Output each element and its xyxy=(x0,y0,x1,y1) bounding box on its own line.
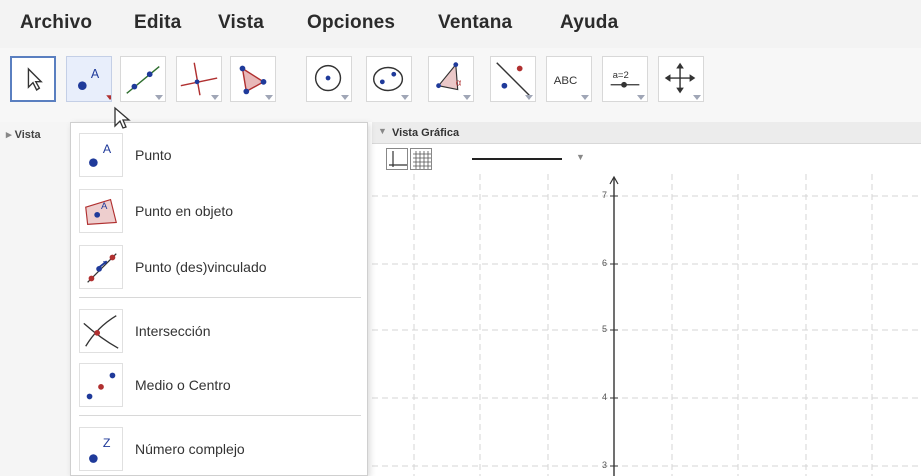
conic-tool-button[interactable] xyxy=(366,56,412,102)
menu-edita[interactable]: Edita xyxy=(134,12,181,34)
move-tool-button[interactable] xyxy=(10,56,56,102)
dropdown-item-label: Punto en objeto xyxy=(135,203,234,219)
algebra-view-title: Vista xyxy=(14,129,41,141)
y-tick-label-5: 5 xyxy=(602,324,608,334)
dropdown-item-punto-en-objeto[interactable]: A Punto en objeto xyxy=(71,185,367,237)
point-tool-label: A xyxy=(91,67,100,81)
grid-lines xyxy=(372,174,921,476)
menu-archivo[interactable]: Archivo xyxy=(20,12,92,34)
menu-bar: Archivo Edita Vista Opciones Ventana Ayu… xyxy=(0,0,921,48)
algebra-view-header[interactable]: ▸ Vista xyxy=(6,128,41,141)
angle-tool-label: α xyxy=(456,78,462,89)
graphics-view-title: Vista Gráfica xyxy=(392,127,460,139)
dropdown-item-numero-complejo[interactable]: Z Número complejo xyxy=(71,423,367,475)
menu-ventana[interactable]: Ventana xyxy=(438,12,512,34)
complex-number-icon: Z xyxy=(79,427,123,471)
slider-tool-corner-icon xyxy=(637,95,645,100)
circle-tool-corner-icon xyxy=(341,95,349,100)
toolbar: A α ABC a=2 xyxy=(0,48,921,122)
y-tick-label-6: 6 xyxy=(602,258,608,268)
move-view-tool-corner-icon xyxy=(693,95,701,100)
dropdown-item-label: Punto (des)vinculado xyxy=(135,259,267,275)
dropdown-separator xyxy=(79,297,361,298)
dropdown-item-interseccion[interactable]: Intersección xyxy=(71,305,367,357)
point-icon: A xyxy=(78,67,111,101)
graphics-view[interactable]: ▼ Vista Gráfica ▼ 7 6 5 4 3 xyxy=(372,122,921,476)
menu-opciones[interactable]: Opciones xyxy=(307,12,395,34)
complex-number-icon-label: Z xyxy=(103,436,111,450)
perpendicular-tool-corner-icon xyxy=(211,95,219,100)
mouse-cursor-icon xyxy=(114,106,131,129)
dropdown-item-punto-desvinculado[interactable]: Punto (des)vinculado xyxy=(71,241,367,293)
point-icon-label: A xyxy=(103,142,112,156)
text-tool-label: ABC xyxy=(554,75,578,87)
slider-tool-label: a=2 xyxy=(613,70,629,81)
grid-icon xyxy=(413,151,431,169)
menu-vista[interactable]: Vista xyxy=(218,12,264,34)
expand-triangle-icon: ▸ xyxy=(6,129,15,141)
grid-toggle-button[interactable] xyxy=(410,148,432,170)
axes-icon xyxy=(389,151,407,167)
dropdown-separator xyxy=(79,415,361,416)
y-tick-label-7: 7 xyxy=(602,190,608,200)
conic-tool-corner-icon xyxy=(401,95,409,100)
reflect-tool-button[interactable] xyxy=(490,56,536,102)
dropdown-item-medio-o-centro[interactable]: Medio o Centro xyxy=(71,359,367,411)
dropdown-item-punto[interactable]: A Punto xyxy=(71,129,367,181)
line-style-selector[interactable] xyxy=(472,158,562,160)
y-tick-label-3: 3 xyxy=(602,460,608,470)
collapse-triangle-icon[interactable]: ▼ xyxy=(378,126,387,136)
line-style-dropdown-icon[interactable]: ▼ xyxy=(576,152,585,162)
menu-ayuda[interactable]: Ayuda xyxy=(560,12,618,34)
line-tool-button[interactable] xyxy=(120,56,166,102)
point-tool-button[interactable]: A xyxy=(66,56,112,102)
slider-tool-button[interactable]: a=2 xyxy=(602,56,648,102)
dropdown-item-label: Número complejo xyxy=(135,441,245,457)
reflect-tool-corner-icon xyxy=(525,95,533,100)
text-tool-corner-icon xyxy=(581,95,589,100)
polygon-tool-corner-icon xyxy=(265,95,273,100)
perpendicular-tool-button[interactable] xyxy=(176,56,222,102)
dropdown-item-label: Punto xyxy=(135,147,172,163)
y-tick-label-4: 4 xyxy=(602,392,608,402)
point-icon: A xyxy=(79,133,123,177)
text-tool-button[interactable]: ABC xyxy=(546,56,592,102)
axes-toggle-button[interactable] xyxy=(386,148,408,170)
dropdown-item-label: Intersección xyxy=(135,323,211,339)
circle-tool-button[interactable] xyxy=(306,56,352,102)
midpoint-icon xyxy=(79,363,123,407)
point-on-object-icon: A xyxy=(79,189,123,233)
line-tool-corner-icon xyxy=(155,95,163,100)
point-on-object-icon-label: A xyxy=(101,201,108,212)
graphics-view-header: ▼ Vista Gráfica xyxy=(372,122,921,144)
move-view-tool-button[interactable] xyxy=(658,56,704,102)
angle-tool-button[interactable]: α xyxy=(428,56,474,102)
point-tools-dropdown: A Punto A Punto en objeto Punto (des)vin… xyxy=(70,122,368,476)
intersection-icon xyxy=(79,309,123,353)
cursor-arrow-icon xyxy=(27,67,43,91)
angle-tool-corner-icon xyxy=(463,95,471,100)
dropdown-item-label: Medio o Centro xyxy=(135,377,231,393)
graphics-canvas xyxy=(372,174,921,476)
attach-detach-point-icon xyxy=(79,245,123,289)
polygon-tool-button[interactable] xyxy=(230,56,276,102)
